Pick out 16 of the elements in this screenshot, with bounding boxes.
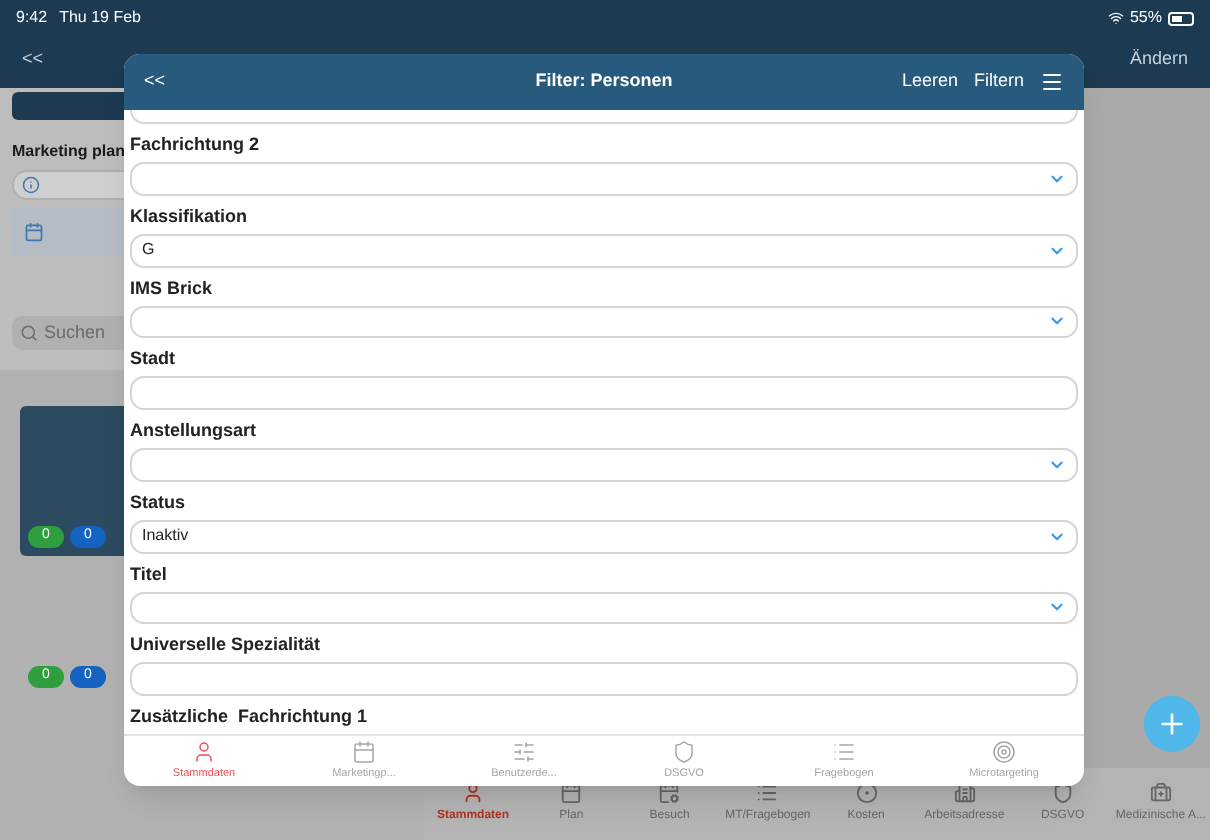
field-label: Anstellungsart (130, 418, 257, 444)
field-label: Stadt (130, 346, 175, 373)
field-label: Universelle Spezialität (130, 632, 321, 659)
section-label: Marketing plan (12, 140, 125, 164)
field-label: Titel (130, 561, 167, 587)
dialog-title: Filter: Personen (533, 68, 675, 95)
field-value: G (142, 238, 155, 263)
field-label: Klassifikation (130, 203, 248, 230)
field-label: Fachrichtung 2 (130, 132, 260, 158)
field-label: Zusätzliche Fachrichtung 1 (130, 704, 368, 730)
date: Thu 19 Feb (59, 6, 141, 30)
clock: 9:42 (16, 6, 48, 30)
field-label: Status (130, 489, 186, 516)
battery-level: 55% (1129, 6, 1162, 30)
field-value: Inaktiv (142, 524, 189, 549)
field-label: IMS Brick (130, 275, 213, 301)
